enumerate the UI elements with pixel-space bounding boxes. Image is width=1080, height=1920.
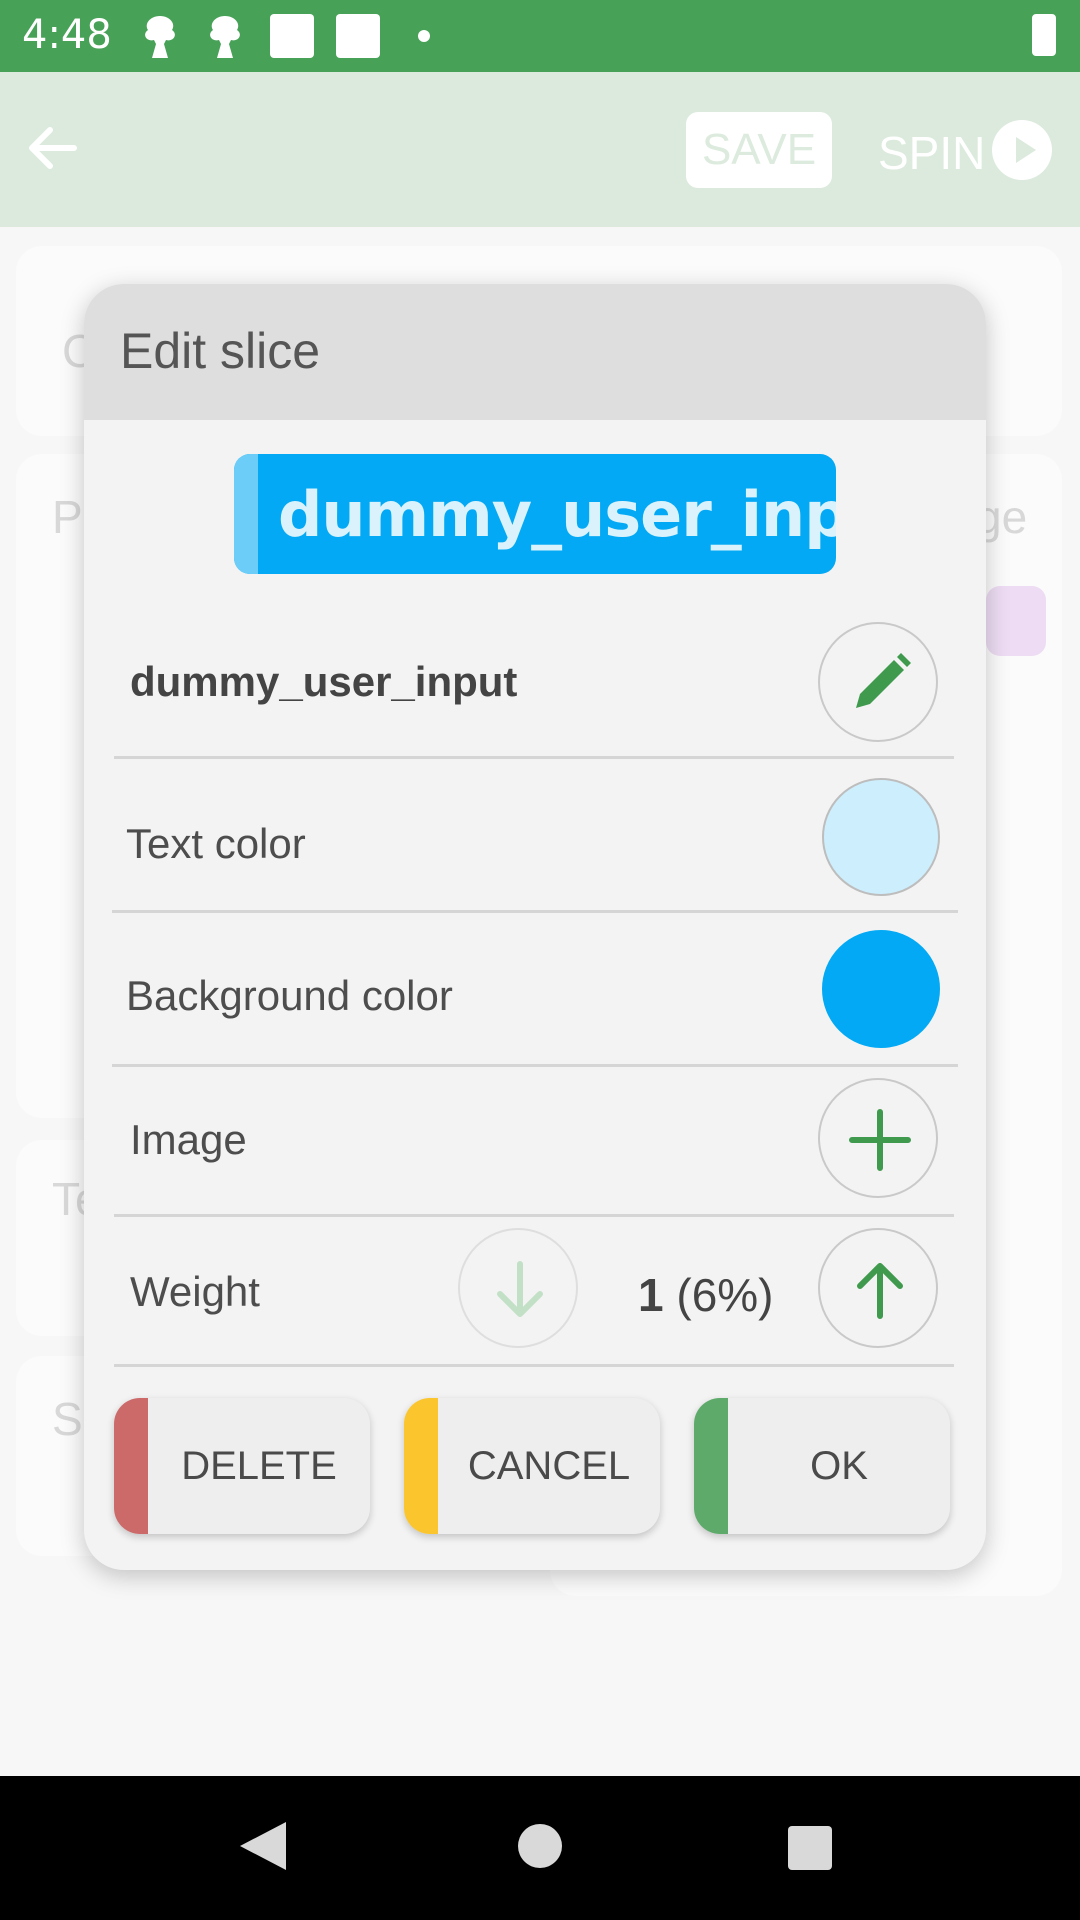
weight-label: Weight (130, 1268, 260, 1315)
cancel-button-label: CANCEL (467, 1444, 631, 1488)
row-divider (112, 910, 958, 913)
weight-value: 1 (6%) (638, 1268, 774, 1322)
dialog-header: Edit slice (84, 284, 986, 420)
arrow-up-icon (857, 1263, 903, 1319)
back-arrow-icon[interactable] (22, 118, 82, 178)
row-divider (114, 756, 954, 759)
cancel-button[interactable]: CANCEL (404, 1398, 660, 1534)
weight-number: 1 (638, 1269, 664, 1321)
background-color-label: Background color (126, 972, 453, 1019)
notification-square-icon (270, 14, 314, 58)
background-chip (986, 586, 1046, 656)
slice-text-value: dummy_user_input (130, 658, 518, 705)
nav-home-icon[interactable] (518, 1824, 562, 1868)
cancel-button-stripe (404, 1398, 438, 1534)
row-divider (114, 1364, 954, 1367)
status-bar: 4:48 (0, 0, 1080, 72)
notification-square-icon (336, 14, 380, 58)
status-time: 4:48 (22, 12, 112, 58)
edit-text-button[interactable] (818, 622, 938, 742)
navigation-bar (0, 1776, 1080, 1920)
ok-button[interactable]: OK (694, 1398, 950, 1534)
row-divider (114, 1214, 954, 1217)
weight-percent: (6%) (676, 1269, 774, 1321)
slice-preview-stripe (234, 454, 258, 574)
slice-preview-text: dummy_user_input (278, 478, 836, 551)
weight-decrease-button[interactable] (458, 1228, 578, 1348)
delete-button-stripe (114, 1398, 148, 1534)
pencil-icon (856, 653, 911, 708)
edit-slice-dialog: Edit slice dummy_user_input dummy_user_i… (84, 284, 986, 1570)
ok-button-stripe (694, 1398, 728, 1534)
more-notifications-dot-icon (418, 30, 430, 42)
background-text: S (52, 1393, 83, 1445)
weight-increase-button[interactable] (818, 1228, 938, 1348)
notification-icon (205, 14, 245, 65)
notification-icon (140, 14, 180, 65)
app-bar: SAVE SPIN (0, 72, 1080, 227)
delete-button-label: DELETE (181, 1444, 337, 1488)
dialog-title: Edit slice (120, 323, 321, 379)
background-color-swatch[interactable] (822, 930, 940, 1048)
image-label: Image (130, 1116, 247, 1163)
battery-charging-icon (1032, 14, 1056, 56)
slice-preview: dummy_user_input (234, 454, 836, 574)
row-divider (112, 1064, 958, 1067)
play-icon[interactable] (992, 120, 1052, 180)
plus-icon (849, 1109, 911, 1171)
delete-button[interactable]: DELETE (114, 1398, 370, 1534)
nav-back-icon[interactable] (240, 1822, 286, 1870)
spin-button[interactable]: SPIN (878, 126, 985, 180)
text-color-label: Text color (126, 820, 306, 867)
save-button[interactable]: SAVE (686, 112, 832, 188)
add-image-button[interactable] (818, 1078, 938, 1198)
arrow-down-icon (497, 1261, 543, 1317)
ok-button-label: OK (810, 1444, 868, 1488)
nav-recents-icon[interactable] (788, 1826, 832, 1870)
text-color-swatch[interactable] (822, 778, 940, 896)
background-text: P (52, 491, 83, 543)
